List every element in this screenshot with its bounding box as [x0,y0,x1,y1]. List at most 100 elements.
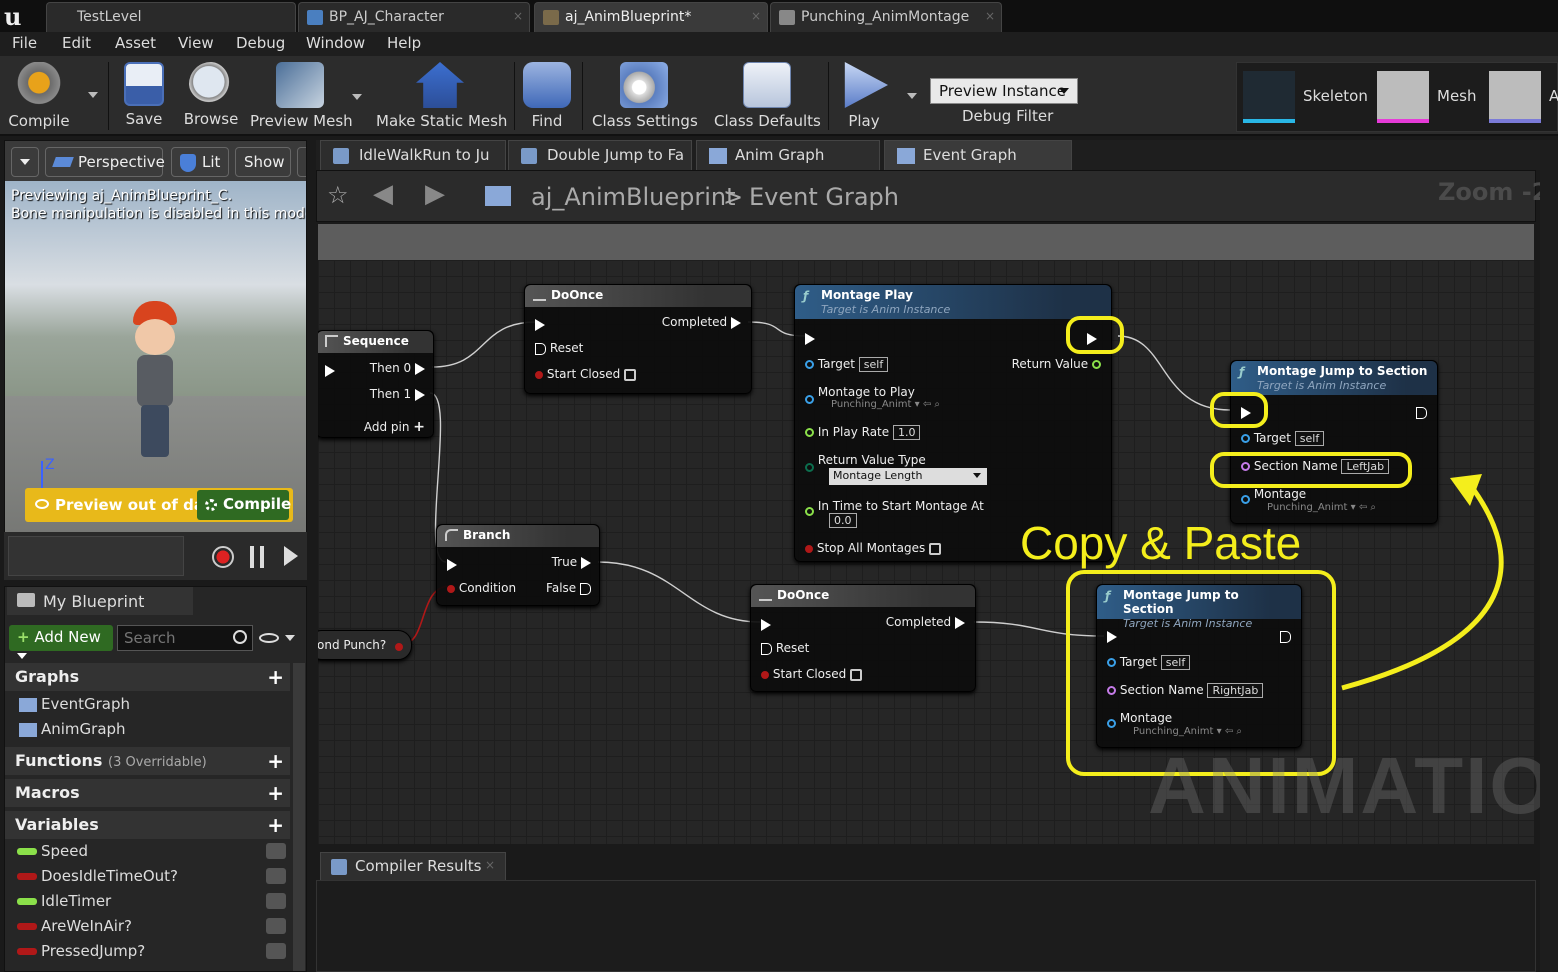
panel-scrollbar[interactable] [293,663,305,971]
play-options-dropdown[interactable] [907,93,917,99]
montage-asset-dropdown[interactable]: Punching_Animt ▾ ⇦ ⌕ [1267,502,1376,513]
menu-edit[interactable]: Edit [62,34,91,52]
lit-dropdown[interactable]: Lit [171,147,229,177]
tab-punching-animmontage[interactable]: Punching_AnimMontage × [770,2,1002,32]
return-value-type-dropdown[interactable]: Montage Length [829,468,987,485]
variable-item[interactable]: AreWeInAir? [5,915,290,939]
menu-file[interactable]: File [12,34,37,52]
make-static-mesh-button[interactable]: Make Static Mesh [376,58,507,134]
completed-pin[interactable]: Completed [886,615,965,629]
save-button[interactable]: Save [118,58,170,134]
add-macro-button[interactable]: + [267,781,284,805]
play-rate-pin[interactable]: In Play Rate 1.0 [805,425,921,440]
true-pin[interactable]: True [552,555,591,569]
add-new-button[interactable]: + Add New [9,625,113,659]
close-tab-icon[interactable]: × [485,858,495,872]
skeleton-thumbnail-icon[interactable] [1243,71,1295,123]
favorite-star-icon[interactable]: ☆ [327,181,349,209]
variable-item[interactable]: DoesIdleTimeOut? [5,865,290,889]
animation-mode-button[interactable]: A [1549,87,1558,105]
compile-options-dropdown[interactable] [88,92,98,98]
unreal-logo-icon[interactable]: u [4,2,21,31]
variable-visibility-icon[interactable] [266,843,286,859]
graph-item-animgraph[interactable]: AnimGraph [5,718,290,742]
class-settings-button[interactable]: Class Settings [592,58,698,134]
record-button[interactable] [212,546,234,568]
start-closed-pin[interactable]: Start Closed [535,367,637,381]
branch-node[interactable]: Branch True Condition False [436,524,600,606]
preview-instance-dropdown[interactable]: Preview Instance [930,78,1078,104]
close-tab-icon[interactable]: × [751,9,761,23]
preview-viewport[interactable]: Perspective Lit Show C Previewing aj_Ani… [4,140,307,580]
doonce-node[interactable]: DoOnce Completed Reset Start Closed [524,284,752,394]
preview-mesh-button[interactable]: Preview Mesh [250,58,353,134]
variable-item[interactable]: IdleTimer [5,890,290,914]
tab-bp-aj-character[interactable]: BP_AJ_Character × [298,2,530,32]
variable-visibility-icon[interactable] [266,868,286,884]
then0-pin[interactable]: Then 0 [370,361,425,375]
browse-button[interactable]: Browse [180,58,242,134]
doonce-node[interactable]: DoOnce Completed Reset Start Closed [750,584,976,692]
time-value-field[interactable]: 0.0 [829,513,857,528]
exec-in-pin[interactable] [805,331,815,345]
exec-in-pin[interactable] [325,363,335,377]
search-icon[interactable] [233,630,247,644]
class-defaults-button[interactable]: Class Defaults [714,58,821,134]
variable-visibility-icon[interactable] [266,893,286,909]
close-tab-icon[interactable]: × [513,9,523,23]
add-graph-button[interactable]: + [267,665,284,689]
perspective-dropdown[interactable]: Perspective [45,147,165,177]
play-button[interactable]: Play [836,58,892,134]
tab-double-jump-to-fall[interactable]: Double Jump to Fa [508,140,692,170]
menu-view[interactable]: View [178,34,214,52]
breadcrumb-root[interactable]: aj_AnimBlueprint [531,183,736,211]
bool-out-pin[interactable] [395,639,403,653]
start-closed-checkbox[interactable] [850,668,863,681]
skeleton-mode-button[interactable]: Skeleton [1303,87,1368,105]
back-arrow-icon[interactable]: ◀ [373,179,393,209]
start-closed-checkbox[interactable] [624,368,637,381]
reset-pin[interactable]: Reset [535,341,583,355]
find-button[interactable]: Find [522,58,572,134]
tab-aj-animblueprint[interactable]: aj_AnimBlueprint* × [534,2,768,32]
graphs-section[interactable]: Graphs + [5,663,290,691]
mesh-thumbnail-icon[interactable] [1377,71,1429,123]
compile-button[interactable]: Compile [6,58,72,134]
viewport-more-dropdown[interactable]: C [297,147,306,177]
exec-in-pin[interactable] [447,557,457,571]
show-dropdown[interactable]: Show [235,147,291,177]
variables-section[interactable]: Variables + [5,811,290,839]
macros-section[interactable]: Macros + [5,779,290,807]
visibility-eye-icon[interactable] [259,633,279,643]
target-pin[interactable]: Target self [805,357,889,372]
reset-pin[interactable]: Reset [761,641,809,655]
forward-arrow-icon[interactable]: ▶ [425,179,445,209]
exec-in-pin[interactable] [761,617,771,631]
chevron-down-icon[interactable] [285,635,295,641]
tab-testlevel[interactable]: TestLevel [46,2,296,32]
false-pin[interactable]: False [546,581,591,595]
variable-visibility-icon[interactable] [266,918,286,934]
variable-item[interactable]: PressedJump? [5,940,290,964]
viewport-compile-button[interactable]: Compile [197,490,291,520]
completed-pin[interactable]: Completed [662,315,741,329]
add-function-button[interactable]: + [267,749,284,773]
add-pin-button[interactable]: Add pin + [364,419,425,435]
montage-asset-dropdown[interactable]: Punching_Animt ▾ ⇦ ⌕ [831,399,940,410]
exec-in-pin[interactable] [535,317,545,331]
stop-all-checkbox[interactable] [929,542,942,555]
compiler-results-tab[interactable]: Compiler Results × [320,852,506,880]
menu-asset[interactable]: Asset [115,34,156,52]
menu-help[interactable]: Help [387,34,421,52]
return-value-pin[interactable]: Return Value [1012,357,1101,371]
step-forward-button[interactable] [284,546,298,566]
pause-button[interactable] [250,546,264,568]
sequence-node[interactable]: Sequence Then 0 Then 1 Add pin + [318,330,434,438]
menu-debug[interactable]: Debug [236,34,285,52]
functions-section[interactable]: Functions (3 Overridable) + [5,747,290,775]
tab-idlewalkrun-to-jump[interactable]: IdleWalkRun to Ju [320,140,506,170]
tab-event-graph[interactable]: Event Graph [884,140,1072,170]
variable-item[interactable]: Speed [5,840,290,864]
stop-all-montages-pin[interactable]: Stop All Montages [805,541,942,555]
timeline-scrubber[interactable] [8,536,184,576]
